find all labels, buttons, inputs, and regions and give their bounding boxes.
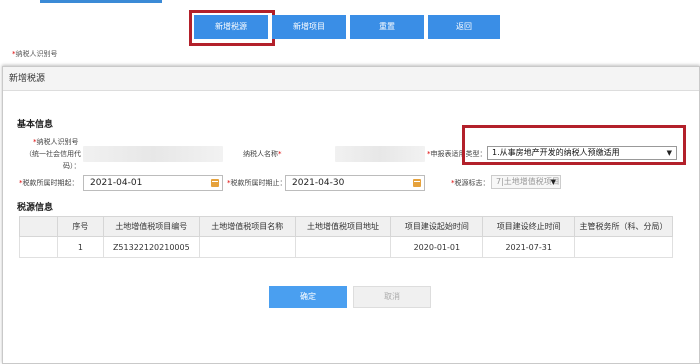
table-cell xyxy=(294,236,392,258)
tax-source-table: 序号 土地增值税项目编号 土地增值税项目名称 土地增值税项目地址 项目建设起始时… xyxy=(19,216,673,258)
row-select-cell[interactable] xyxy=(19,236,58,258)
table-header-row: 序号 土地增值税项目编号 土地增值税项目名称 土地增值税项目地址 项目建设起始时… xyxy=(19,216,673,237)
column-header: 土地增值税项目编号 xyxy=(102,216,200,237)
cancel-button[interactable]: 取消 xyxy=(353,286,431,308)
column-header: 项目建设终止时间 xyxy=(482,216,576,237)
highlight-box-report-type xyxy=(462,125,686,165)
taxpayer-id-field[interactable] xyxy=(83,146,223,162)
taxpayer-name-field[interactable] xyxy=(335,146,425,162)
column-header: 土地增值税项目地址 xyxy=(294,216,392,237)
back-button[interactable]: 返回 xyxy=(428,15,500,39)
highlight-box-add-tax-source xyxy=(189,10,275,46)
page: 新增税源 新增项目 重置 返回 *纳税人识别号 新增税源 基本信息 *纳税人识别… xyxy=(0,0,700,364)
source-flag-select[interactable]: 7|土地增值税项目 ▼ xyxy=(491,175,561,189)
calendar-icon[interactable] xyxy=(413,179,421,187)
table-cell: 1 xyxy=(56,236,104,258)
tax-source-info-title: 税源信息 xyxy=(17,203,54,213)
period-end-label: *税款所属时期止： xyxy=(227,179,287,187)
background-taxpayer-id-label: *纳税人识别号 xyxy=(12,50,58,58)
dialog-title: 新增税源 xyxy=(3,67,699,91)
column-header: 序号 xyxy=(56,216,104,237)
column-header: 土地增值税项目名称 xyxy=(198,216,296,237)
period-end-input[interactable]: 2021-04-30 xyxy=(285,175,425,191)
add-tax-source-dialog: 新增税源 基本信息 *纳税人识别号 （统一社会信用代 码）： 纳税人名称* *申… xyxy=(2,66,700,364)
active-tab-indicator xyxy=(40,0,162,3)
source-flag-label: *税源标志： xyxy=(451,179,490,187)
chevron-down-icon: ▼ xyxy=(550,178,556,186)
calendar-icon[interactable] xyxy=(211,179,219,187)
column-header: 主管税务所（科、分局） xyxy=(574,216,673,237)
add-project-button[interactable]: 新增项目 xyxy=(272,15,346,39)
table-cell xyxy=(574,236,673,258)
table-cell xyxy=(198,236,296,258)
column-header: 项目建设起始时间 xyxy=(390,216,484,237)
period-start-input[interactable]: 2021-04-01 xyxy=(83,175,223,191)
taxpayer-id-label: *纳税人识别号 xyxy=(33,138,79,146)
table-row[interactable]: 1 Z51322120210005 2020-01-01 2021-07-31 xyxy=(19,236,673,258)
taxpayer-name-label: 纳税人名称* xyxy=(243,150,282,158)
basic-info-title: 基本信息 xyxy=(17,120,54,130)
confirm-button[interactable]: 确定 xyxy=(269,286,347,308)
table-cell: Z51322120210005 xyxy=(102,236,200,258)
taxpayer-id-label-line2: （统一社会信用代 xyxy=(25,150,81,158)
table-cell: 2020-01-01 xyxy=(390,236,484,258)
reset-button[interactable]: 重置 xyxy=(350,15,424,39)
table-cell: 2021-07-31 xyxy=(482,236,576,258)
taxpayer-id-label-line3: 码）： xyxy=(63,162,81,170)
period-start-label: *税款所属时期起： xyxy=(19,179,79,187)
header-row-select xyxy=(19,216,58,237)
